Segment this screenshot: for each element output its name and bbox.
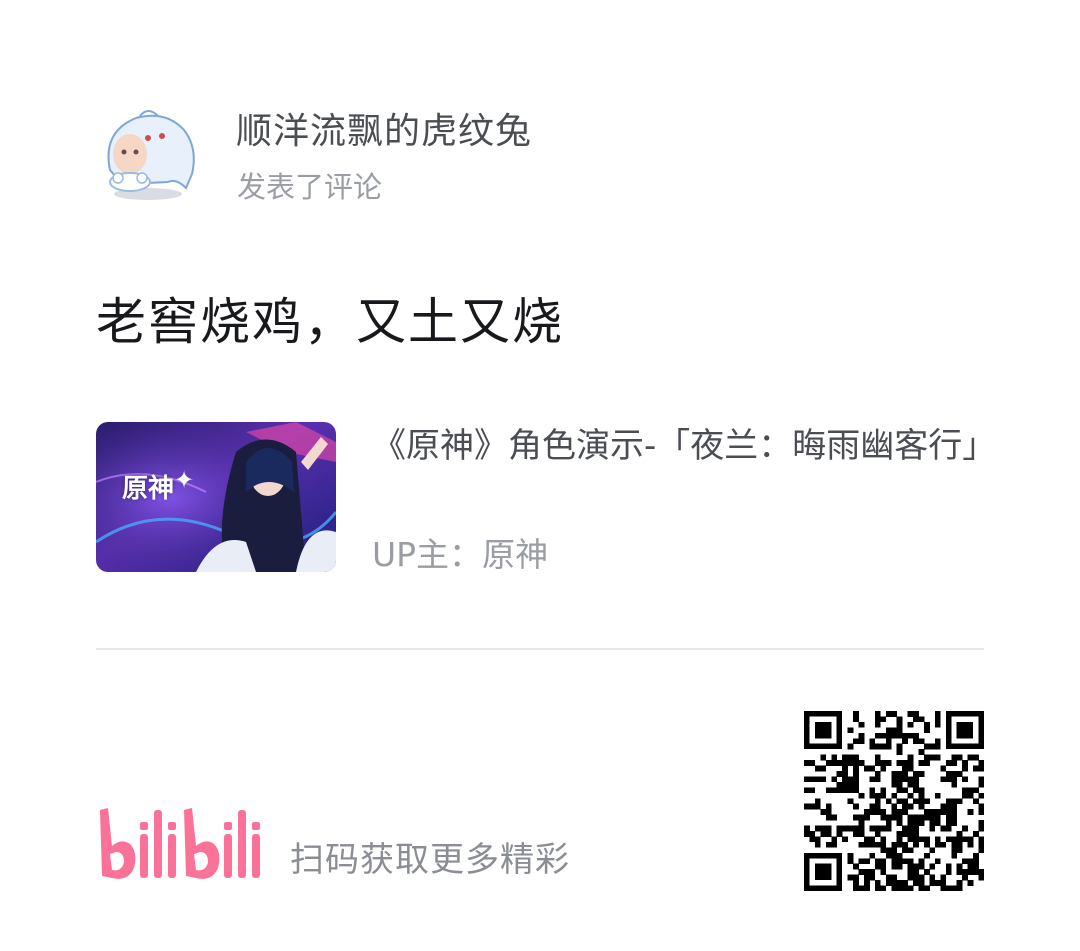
uploader-label: UP主： (372, 535, 483, 574)
video-title[interactable]: 《原神》角色演示-「夜兰：晦雨幽客行」 (372, 420, 996, 472)
star-icon: ✦ (174, 466, 195, 494)
uploader-name[interactable]: 原神 (482, 535, 548, 574)
user-avatar[interactable] (96, 108, 204, 203)
bilibili-logo (96, 806, 268, 882)
qr-code-icon[interactable] (804, 711, 985, 892)
divider (96, 648, 984, 650)
username[interactable]: 顺洋流飘的虎纹兔 (236, 102, 532, 154)
action-text: 发表了评论 (237, 170, 383, 204)
uploader-line[interactable]: UP主：原神 (372, 528, 548, 576)
comment-text: 老窖烧鸡，又土又烧 (96, 293, 564, 351)
thumbnail-logo: 原神 (122, 474, 175, 504)
slogan-text: 扫码获取更多精彩 (290, 840, 570, 880)
video-thumbnail[interactable]: 原神 ✦ (96, 422, 336, 572)
